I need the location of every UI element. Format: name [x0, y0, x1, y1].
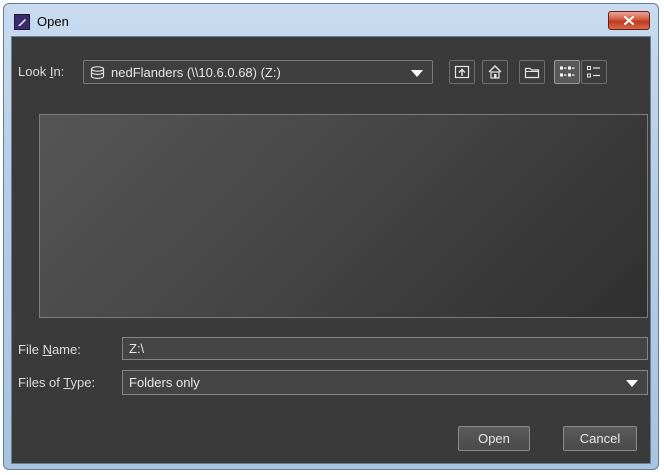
list-view-button[interactable]	[554, 60, 580, 84]
up-one-level-icon	[454, 65, 470, 79]
look-in-combo[interactable]: nedFlanders (\\10.6.0.68) (Z:)	[83, 60, 433, 84]
look-in-value: nedFlanders (\\10.6.0.68) (Z:)	[111, 65, 281, 80]
up-one-level-button[interactable]	[449, 60, 475, 84]
files-of-type-select[interactable]: Folders only	[122, 370, 648, 395]
dialog-window: Open Look In: nedFlanders (\\10.6.0.68) …	[3, 3, 659, 470]
dialog-content: Look In: nedFlanders (\\10.6.0.68) (Z:)	[11, 36, 651, 464]
file-name-label: File Name:	[18, 342, 81, 357]
home-icon	[488, 65, 502, 79]
file-list-pane[interactable]	[39, 114, 648, 318]
list-view-icon	[560, 66, 575, 77]
files-of-type-label: Files of Type:	[18, 375, 96, 390]
details-view-icon	[587, 66, 600, 78]
new-folder-button[interactable]	[519, 60, 545, 84]
app-icon	[14, 14, 30, 30]
cancel-button[interactable]: Cancel	[563, 426, 637, 451]
new-folder-icon	[524, 67, 540, 79]
chevron-down-icon[interactable]	[411, 70, 423, 77]
network-drive-icon	[90, 66, 105, 80]
open-button[interactable]: Open	[458, 426, 530, 451]
file-name-value: Z:\	[129, 341, 145, 356]
window-title: Open	[37, 14, 69, 29]
close-button[interactable]	[608, 11, 650, 30]
chevron-down-icon[interactable]	[626, 380, 638, 387]
home-button[interactable]	[482, 60, 508, 84]
close-icon	[624, 16, 634, 25]
title-bar[interactable]: Open	[4, 4, 658, 38]
details-view-button[interactable]	[581, 60, 607, 84]
look-in-label: Look In:	[18, 64, 65, 79]
file-name-input[interactable]: Z:\	[122, 337, 648, 360]
files-of-type-value: Folders only	[129, 375, 200, 390]
